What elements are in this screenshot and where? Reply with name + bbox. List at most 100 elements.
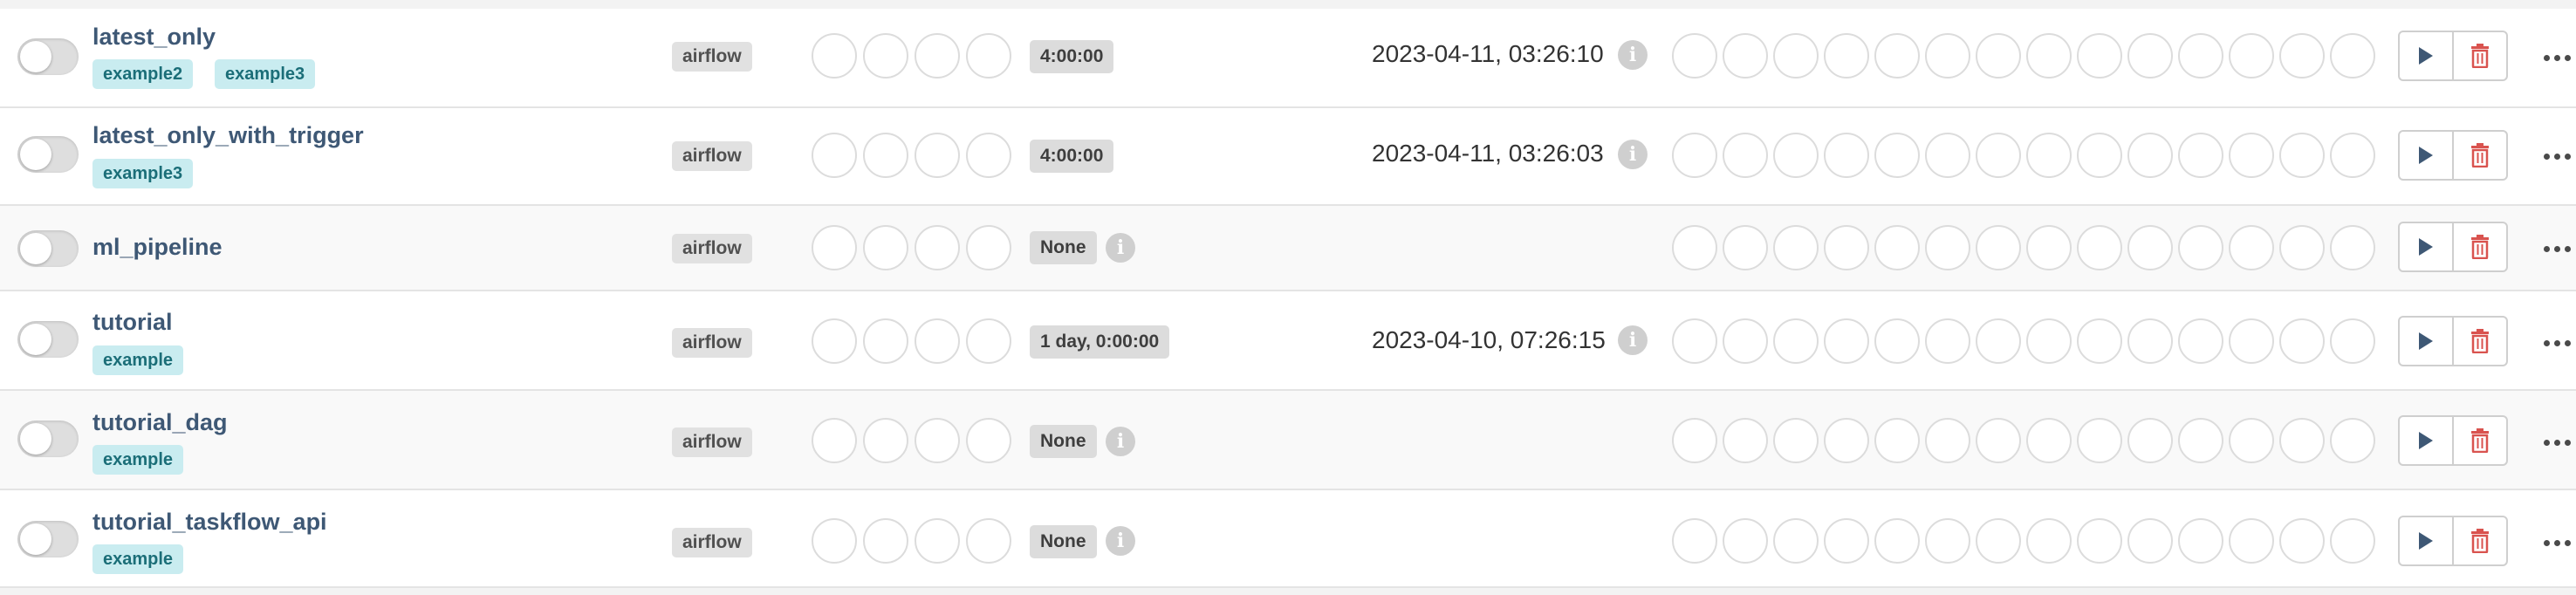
task-status-circle[interactable] xyxy=(1925,418,1970,463)
task-status-circle[interactable] xyxy=(1824,133,1869,178)
task-status-circle[interactable] xyxy=(1925,33,1970,79)
trigger-dag-button[interactable] xyxy=(2398,316,2454,366)
task-status-circle[interactable] xyxy=(2178,518,2223,564)
dag-name-link[interactable]: ml_pipeline xyxy=(92,234,223,261)
task-status-circle[interactable] xyxy=(2330,225,2375,270)
task-status-circle[interactable] xyxy=(1723,225,1768,270)
pause-toggle[interactable] xyxy=(17,421,79,457)
delete-dag-button[interactable] xyxy=(2452,516,2508,566)
task-status-circle[interactable] xyxy=(2026,225,2072,270)
delete-dag-button[interactable] xyxy=(2452,222,2508,272)
dag-name-link[interactable]: latest_only_with_trigger xyxy=(92,122,364,149)
run-status-circle[interactable] xyxy=(812,33,857,79)
task-status-circle[interactable] xyxy=(2229,518,2274,564)
task-status-circle[interactable] xyxy=(1824,518,1869,564)
task-status-circle[interactable] xyxy=(1723,33,1768,79)
task-status-circle[interactable] xyxy=(1672,225,1717,270)
task-status-circle[interactable] xyxy=(1976,418,2021,463)
task-status-circle[interactable] xyxy=(1976,518,2021,564)
task-status-circle[interactable] xyxy=(2229,225,2274,270)
task-status-circle[interactable] xyxy=(2077,133,2122,178)
task-status-circle[interactable] xyxy=(2229,318,2274,364)
dag-name-link[interactable]: tutorial xyxy=(92,309,173,336)
task-status-circle[interactable] xyxy=(2077,225,2122,270)
task-status-circle[interactable] xyxy=(2330,318,2375,364)
task-status-circle[interactable] xyxy=(1874,133,1920,178)
pause-toggle[interactable] xyxy=(17,136,79,173)
task-status-circle[interactable] xyxy=(2279,518,2325,564)
task-status-circle[interactable] xyxy=(2077,518,2122,564)
task-status-circle[interactable] xyxy=(2178,318,2223,364)
task-status-circle[interactable] xyxy=(1773,33,1819,79)
owner-badge[interactable]: airflow xyxy=(672,42,752,72)
run-status-circle[interactable] xyxy=(966,318,1011,364)
task-status-circle[interactable] xyxy=(1723,418,1768,463)
run-status-circle[interactable] xyxy=(915,318,960,364)
info-icon[interactable]: i xyxy=(1106,427,1135,456)
task-status-circle[interactable] xyxy=(2178,133,2223,178)
owner-badge[interactable]: airflow xyxy=(672,141,752,171)
task-status-circle[interactable] xyxy=(2026,518,2072,564)
run-status-circle[interactable] xyxy=(863,518,908,564)
delete-dag-button[interactable] xyxy=(2452,316,2508,366)
trigger-dag-button[interactable] xyxy=(2398,31,2454,81)
task-status-circle[interactable] xyxy=(2279,133,2325,178)
more-options-button[interactable] xyxy=(2544,540,2572,547)
owner-badge[interactable]: airflow xyxy=(672,328,752,358)
pause-toggle[interactable] xyxy=(17,230,79,267)
task-status-circle[interactable] xyxy=(1874,518,1920,564)
run-status-circle[interactable] xyxy=(966,518,1011,564)
task-status-circle[interactable] xyxy=(2127,133,2173,178)
task-status-circle[interactable] xyxy=(1723,518,1768,564)
task-status-circle[interactable] xyxy=(2127,33,2173,79)
run-status-circle[interactable] xyxy=(915,33,960,79)
run-status-circle[interactable] xyxy=(812,225,857,270)
owner-badge[interactable]: airflow xyxy=(672,234,752,263)
dag-tag[interactable]: example xyxy=(92,445,184,475)
pause-toggle[interactable] xyxy=(17,521,79,557)
info-icon[interactable]: i xyxy=(1106,233,1135,263)
task-status-circle[interactable] xyxy=(2077,318,2122,364)
task-status-circle[interactable] xyxy=(1824,318,1869,364)
run-status-circle[interactable] xyxy=(915,518,960,564)
run-status-circle[interactable] xyxy=(863,33,908,79)
info-icon[interactable]: i xyxy=(1618,325,1648,355)
more-options-button[interactable] xyxy=(2544,55,2572,62)
task-status-circle[interactable] xyxy=(2279,418,2325,463)
task-status-circle[interactable] xyxy=(2077,33,2122,79)
task-status-circle[interactable] xyxy=(2026,418,2072,463)
task-status-circle[interactable] xyxy=(2178,33,2223,79)
task-status-circle[interactable] xyxy=(1773,418,1819,463)
dag-tag[interactable]: example2 xyxy=(92,59,194,89)
task-status-circle[interactable] xyxy=(2026,133,2072,178)
task-status-circle[interactable] xyxy=(1773,133,1819,178)
run-status-circle[interactable] xyxy=(915,133,960,178)
task-status-circle[interactable] xyxy=(1773,318,1819,364)
run-status-circle[interactable] xyxy=(863,225,908,270)
delete-dag-button[interactable] xyxy=(2452,415,2508,466)
trigger-dag-button[interactable] xyxy=(2398,516,2454,566)
dag-tag[interactable]: example xyxy=(92,544,184,574)
run-status-circle[interactable] xyxy=(915,225,960,270)
task-status-circle[interactable] xyxy=(1824,33,1869,79)
task-status-circle[interactable] xyxy=(2279,33,2325,79)
last-run-time[interactable]: 2023-04-11, 03:26:03 xyxy=(1372,140,1604,168)
task-status-circle[interactable] xyxy=(2178,225,2223,270)
trigger-dag-button[interactable] xyxy=(2398,415,2454,466)
last-run-time[interactable]: 2023-04-10, 07:26:15 xyxy=(1372,326,1606,354)
task-status-circle[interactable] xyxy=(2026,318,2072,364)
task-status-circle[interactable] xyxy=(1925,518,1970,564)
task-status-circle[interactable] xyxy=(1874,418,1920,463)
task-status-circle[interactable] xyxy=(2127,225,2173,270)
run-status-circle[interactable] xyxy=(966,133,1011,178)
dag-tag[interactable]: example3 xyxy=(92,159,194,188)
run-status-circle[interactable] xyxy=(966,418,1011,463)
task-status-circle[interactable] xyxy=(2279,225,2325,270)
more-options-button[interactable] xyxy=(2544,340,2572,347)
run-status-circle[interactable] xyxy=(915,418,960,463)
delete-dag-button[interactable] xyxy=(2452,31,2508,81)
task-status-circle[interactable] xyxy=(1874,318,1920,364)
task-status-circle[interactable] xyxy=(1874,225,1920,270)
run-status-circle[interactable] xyxy=(812,133,857,178)
trigger-dag-button[interactable] xyxy=(2398,130,2454,181)
